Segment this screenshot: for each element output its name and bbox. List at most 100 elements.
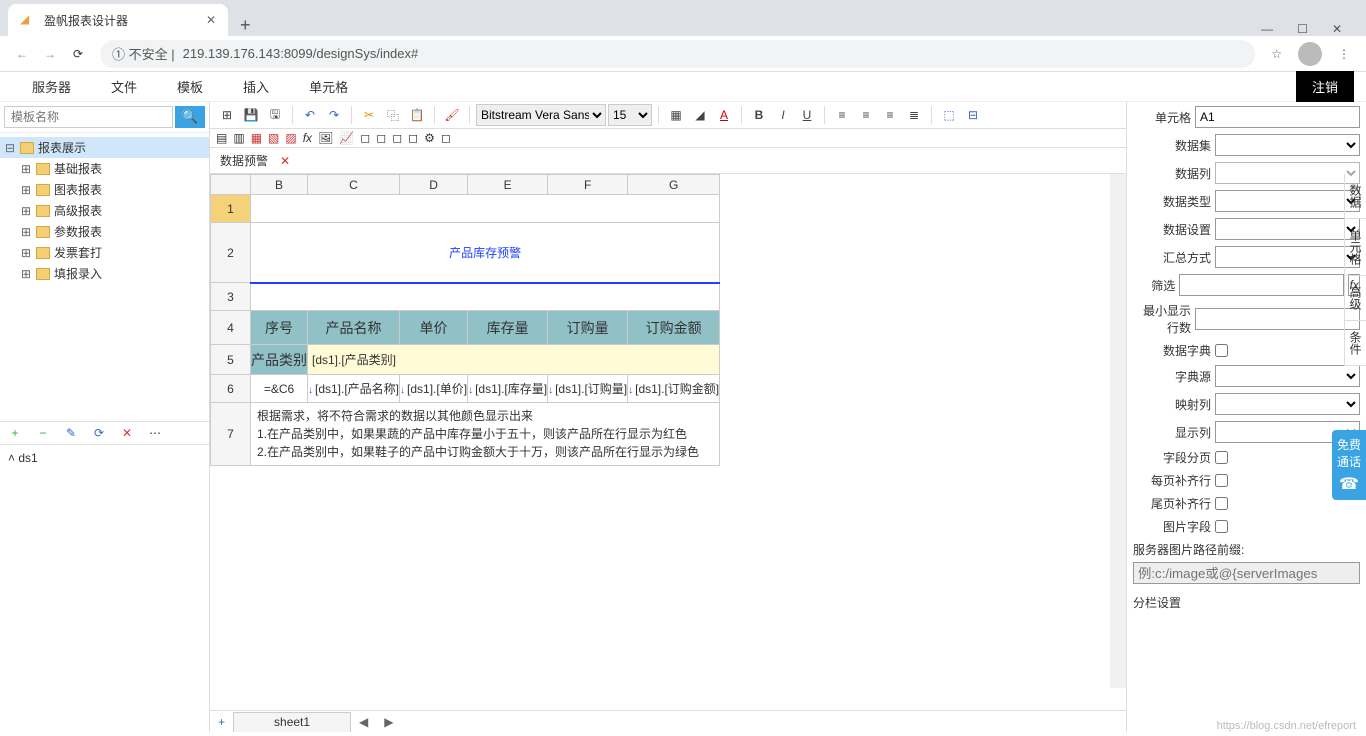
star-icon[interactable]: ☆ bbox=[1271, 47, 1282, 61]
row-header[interactable]: 3 bbox=[211, 283, 251, 311]
filter-input[interactable] bbox=[1179, 274, 1344, 296]
preview-icon[interactable]: ⊞ bbox=[216, 104, 238, 126]
side-tab-cell[interactable]: 单元格 bbox=[1345, 219, 1366, 276]
col-header[interactable]: G bbox=[628, 175, 720, 195]
menu-server[interactable]: 服务器 bbox=[12, 77, 91, 96]
back-button[interactable]: ← bbox=[8, 40, 36, 68]
reload-button[interactable]: ⟳ bbox=[64, 40, 92, 68]
search-button[interactable]: 🔍 bbox=[175, 106, 205, 128]
align-right-icon[interactable]: ≡ bbox=[879, 104, 901, 126]
cell[interactable] bbox=[251, 283, 720, 311]
redo-icon[interactable]: ↷ bbox=[323, 104, 345, 126]
add-sheet-button[interactable]: + bbox=[210, 715, 233, 729]
kebab-menu-icon[interactable]: ⋮ bbox=[1338, 47, 1350, 61]
save-icon[interactable]: 💾 bbox=[240, 104, 262, 126]
chart-icon[interactable]: 📈 bbox=[339, 131, 354, 145]
fieldpage-checkbox[interactable] bbox=[1215, 451, 1228, 464]
dict-checkbox[interactable] bbox=[1215, 344, 1228, 357]
browser-tab[interactable]: ◢ 盈帆报表设计器 ✕ bbox=[8, 4, 228, 36]
datasetting-select[interactable] bbox=[1215, 218, 1360, 240]
font-select[interactable]: Bitstream Vera Sans bbox=[476, 104, 606, 126]
tree-item[interactable]: ⊞填报录入 bbox=[0, 263, 209, 284]
font-color-icon[interactable]: A bbox=[713, 104, 735, 126]
italic-icon[interactable]: I bbox=[772, 104, 794, 126]
category-label-cell[interactable]: 产品类别 bbox=[251, 345, 308, 375]
minrows-input[interactable] bbox=[1195, 308, 1360, 330]
datacol-select[interactable] bbox=[1215, 162, 1360, 184]
forward-button[interactable]: → bbox=[36, 40, 64, 68]
col-header[interactable]: E bbox=[468, 175, 548, 195]
data-cell[interactable]: ↓[ds1].[库存量] bbox=[468, 375, 548, 403]
size-select[interactable]: 15 bbox=[608, 104, 652, 126]
template-search-input[interactable] bbox=[4, 106, 173, 128]
saveas-icon[interactable]: 🖫 bbox=[264, 104, 286, 126]
underline-icon[interactable]: U bbox=[796, 104, 818, 126]
data-cell[interactable]: ↓[ds1].[订购金额] bbox=[628, 375, 720, 403]
tool-icon[interactable]: ◻ bbox=[408, 131, 418, 145]
align-center-icon[interactable]: ≡ bbox=[855, 104, 877, 126]
gear-icon[interactable]: ⚙ bbox=[424, 131, 435, 145]
align-left-icon[interactable]: ≡ bbox=[831, 104, 853, 126]
row-header[interactable]: 5 bbox=[211, 345, 251, 375]
minimize-icon[interactable]: — bbox=[1261, 22, 1273, 36]
row-header[interactable]: 2 bbox=[211, 223, 251, 283]
tool-icon[interactable]: ◻ bbox=[376, 131, 386, 145]
fillrow-checkbox[interactable] bbox=[1215, 474, 1228, 487]
header-cell[interactable]: 单价 bbox=[400, 311, 468, 345]
unmerge-icon[interactable]: ⊟ bbox=[962, 104, 984, 126]
logout-button[interactable]: 注销 bbox=[1296, 71, 1354, 102]
select-all-corner[interactable] bbox=[211, 175, 251, 195]
tool-icon[interactable]: ◻ bbox=[360, 131, 370, 145]
menu-insert[interactable]: 插入 bbox=[223, 77, 289, 96]
tool-icon[interactable]: ▦ bbox=[251, 131, 262, 145]
header-cell[interactable]: 序号 bbox=[251, 311, 308, 345]
tree-item[interactable]: ⊞图表报表 bbox=[0, 179, 209, 200]
data-cell[interactable]: ↓[ds1].[单价] bbox=[400, 375, 468, 403]
refresh-icon[interactable]: ⟳ bbox=[92, 426, 106, 440]
vertical-scrollbar[interactable] bbox=[1110, 174, 1126, 688]
url-field[interactable]: ① 不安全 | 219.139.176.143:8099/designSys/i… bbox=[100, 40, 1255, 68]
align-justify-icon[interactable]: ≣ bbox=[903, 104, 925, 126]
merge-icon[interactable]: ⬚ bbox=[938, 104, 960, 126]
row-header[interactable]: 6 bbox=[211, 375, 251, 403]
fx-icon[interactable]: fx bbox=[303, 131, 312, 145]
new-tab-button[interactable]: + bbox=[228, 15, 263, 36]
tree-item[interactable]: ⊞基础报表 bbox=[0, 158, 209, 179]
side-tab-data[interactable]: 数据 bbox=[1345, 174, 1366, 219]
tool-icon[interactable]: ◻ bbox=[392, 131, 402, 145]
tree-root[interactable]: ⊟报表展示 bbox=[0, 137, 209, 158]
imgfield-checkbox[interactable] bbox=[1215, 520, 1228, 533]
tool-icon[interactable]: ▧ bbox=[268, 131, 279, 145]
add-icon[interactable]: + bbox=[8, 426, 22, 440]
data-cell[interactable]: ↓[ds1].[产品名称] bbox=[308, 375, 400, 403]
spreadsheet[interactable]: B C D E F G 1 2产品库存预警 3 4 序号 产品名称 单价 bbox=[210, 174, 1126, 710]
datatype-select[interactable] bbox=[1215, 190, 1360, 212]
copy-icon[interactable]: ⿻ bbox=[382, 104, 404, 126]
dictsrc-select[interactable] bbox=[1215, 365, 1360, 387]
title-cell[interactable]: 产品库存预警 bbox=[251, 223, 720, 283]
delete-icon[interactable]: ✕ bbox=[120, 426, 134, 440]
border-icon[interactable]: ▦ bbox=[665, 104, 687, 126]
fill-color-icon[interactable]: ◢ bbox=[689, 104, 711, 126]
cut-icon[interactable]: ✂ bbox=[358, 104, 380, 126]
summary-select[interactable] bbox=[1215, 246, 1360, 268]
more-icon[interactable]: ⋯ bbox=[148, 426, 162, 440]
col-header[interactable]: F bbox=[548, 175, 628, 195]
cell-ref-input[interactable] bbox=[1195, 106, 1360, 128]
col-header[interactable]: B bbox=[251, 175, 308, 195]
sheet-tab[interactable]: sheet1 bbox=[233, 712, 351, 732]
imgprefix-input[interactable] bbox=[1133, 562, 1360, 584]
header-cell[interactable]: 订购金额 bbox=[628, 311, 720, 345]
side-tab-condition[interactable]: 条件 bbox=[1345, 321, 1366, 366]
tool-icon[interactable]: ▨ bbox=[285, 131, 296, 145]
tailfill-checkbox[interactable] bbox=[1215, 497, 1228, 510]
tool-icon[interactable]: ◻ bbox=[441, 131, 451, 145]
row-header[interactable]: 7 bbox=[211, 403, 251, 466]
close-window-icon[interactable]: ✕ bbox=[1332, 22, 1342, 36]
close-icon[interactable]: ✕ bbox=[206, 13, 216, 27]
header-cell[interactable]: 库存量 bbox=[468, 311, 548, 345]
tool-icon[interactable]: ▥ bbox=[233, 131, 244, 145]
row-header[interactable]: 1 bbox=[211, 195, 251, 223]
tree-item[interactable]: ⊞高级报表 bbox=[0, 200, 209, 221]
datasource-item[interactable]: ˄ ds1 bbox=[8, 449, 201, 467]
